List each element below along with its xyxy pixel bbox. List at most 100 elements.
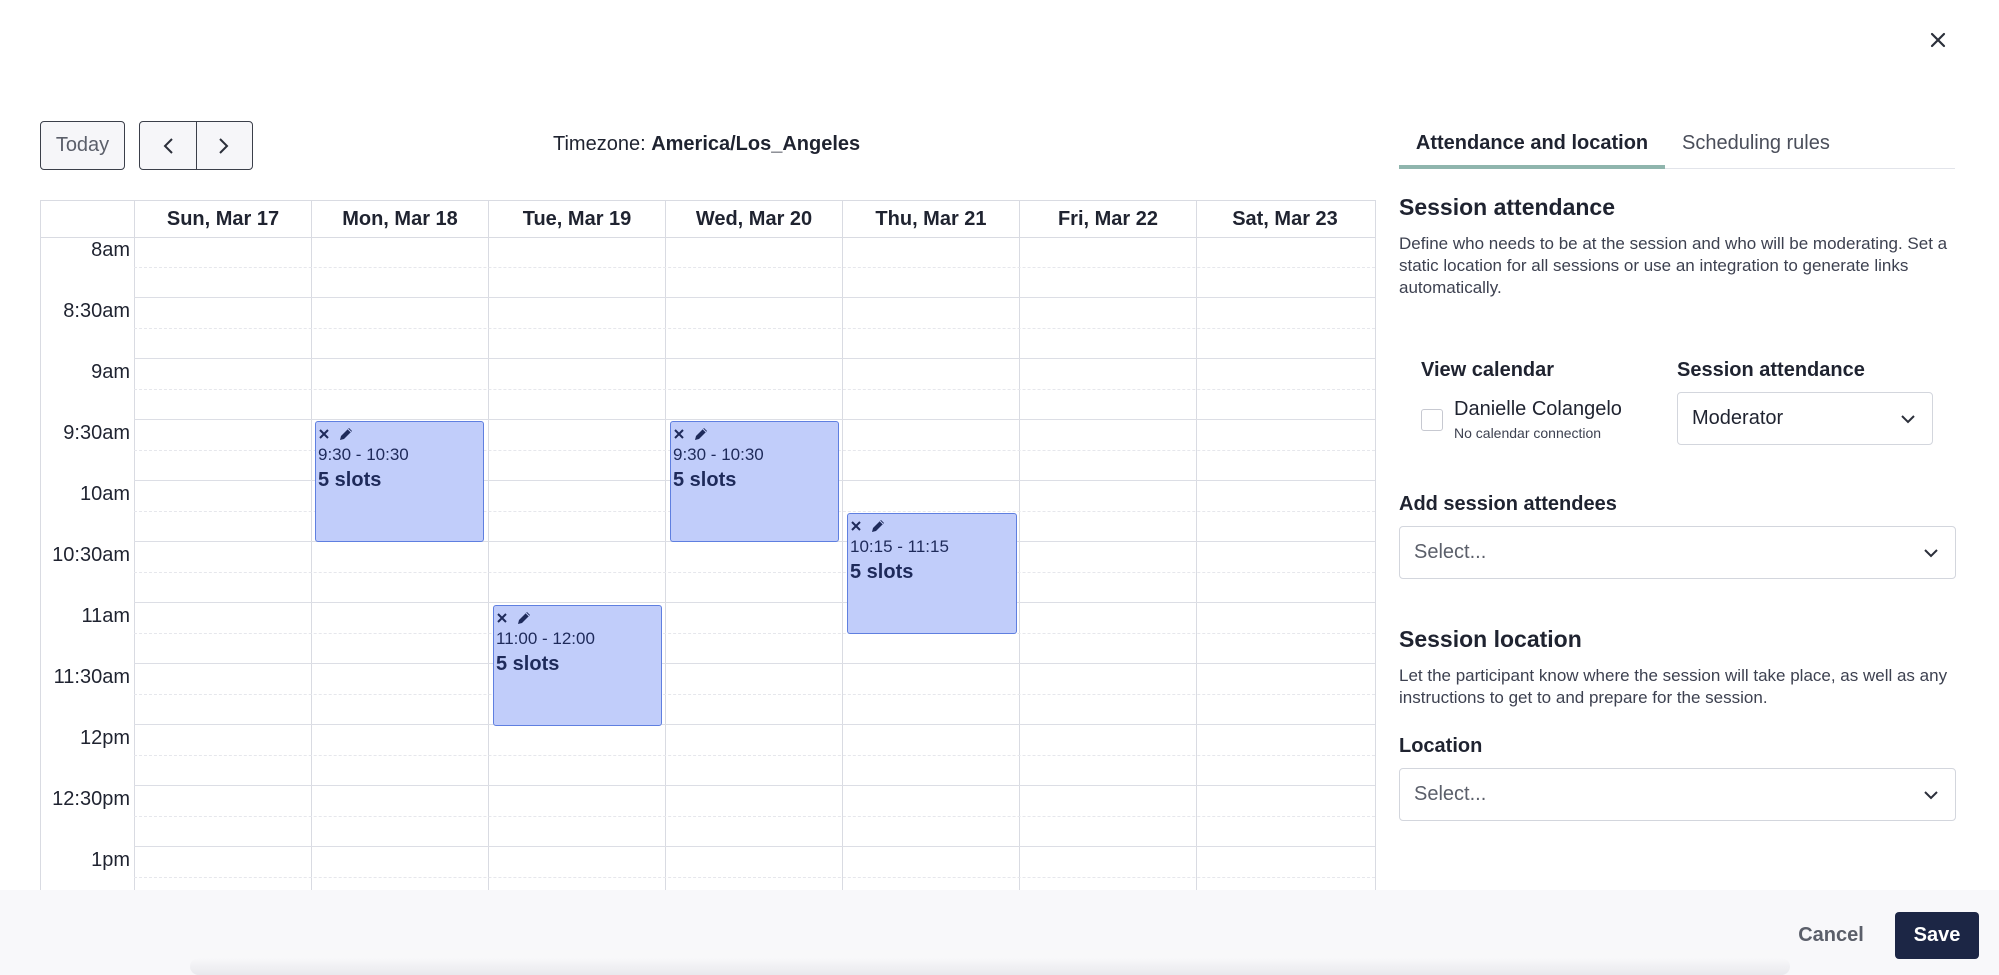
event-slots: 5 slots: [673, 469, 737, 491]
cancel-button[interactable]: Cancel: [1790, 912, 1872, 959]
grid-line: [134, 663, 1375, 664]
event-time: 9:30 - 10:30: [673, 445, 764, 464]
panel-tabs: Attendance and location Scheduling rules: [1399, 124, 1955, 169]
day-header-sat: Sat, Mar 23: [1196, 201, 1373, 238]
view-calendar-label: View calendar: [1421, 359, 1555, 381]
calendar-header: Sun, Mar 17 Mon, Mar 18 Tue, Mar 19 Wed,…: [41, 201, 1375, 238]
pencil-icon[interactable]: [338, 426, 354, 442]
week-calendar: Sun, Mar 17 Mon, Mar 18 Tue, Mar 19 Wed,…: [40, 200, 1376, 890]
availability-block[interactable]: 10:15 - 11:15 5 slots: [847, 513, 1017, 634]
event-actions: [318, 425, 481, 443]
time-label: 9am: [91, 361, 130, 383]
close-icon[interactable]: [673, 428, 685, 440]
pencil-icon[interactable]: [693, 426, 709, 442]
event-actions: [496, 609, 659, 627]
time-label: 11:30am: [53, 666, 130, 688]
event-time: 10:15 - 11:15: [850, 537, 949, 556]
add-attendees-label: Add session attendees: [1399, 493, 1617, 515]
day-header-sun: Sun, Mar 17: [134, 201, 311, 238]
time-label: 9:30am: [63, 422, 130, 444]
week-navigation: [139, 121, 253, 170]
event-actions: [673, 425, 836, 443]
time-label: 10am: [79, 483, 130, 505]
previous-week-button[interactable]: [140, 122, 196, 169]
session-attendance-title: Session attendance: [1399, 194, 1616, 220]
event-slots: 5 slots: [318, 469, 382, 491]
column-divider: [311, 238, 312, 890]
location-label: Location: [1399, 735, 1483, 757]
session-location-description: Let the participant know where the sessi…: [1399, 666, 1948, 707]
chevron-left-icon: [163, 137, 173, 154]
grid-line: [134, 602, 1375, 603]
session-attendance-label: Session attendance: [1677, 359, 1865, 381]
close-icon[interactable]: [850, 520, 862, 532]
day-header-fri: Fri, Mar 22: [1019, 201, 1196, 238]
grid-line: [134, 846, 1375, 847]
next-week-button[interactable]: [195, 122, 253, 169]
event-slots: 5 slots: [850, 561, 914, 583]
grid-line: [134, 358, 1375, 359]
add-attendees-select[interactable]: Select...: [1399, 526, 1956, 579]
chevron-down-icon: [1924, 791, 1938, 800]
availability-block[interactable]: 11:00 - 12:00 5 slots: [493, 605, 662, 726]
time-label: 12:30pm: [52, 788, 130, 810]
grid-line: [134, 297, 1375, 298]
view-calendar-checkbox[interactable]: [1421, 409, 1443, 431]
tab-scheduling-rules[interactable]: Scheduling rules: [1682, 124, 1830, 169]
close-icon[interactable]: [318, 428, 330, 440]
event-slots: 5 slots: [496, 653, 560, 675]
column-divider: [842, 238, 843, 890]
time-label: 12pm: [79, 727, 130, 749]
grid-line: [134, 419, 1375, 420]
day-header-wed: Wed, Mar 20: [665, 201, 842, 238]
chevron-down-icon: [1924, 549, 1938, 558]
session-location-title: Session location: [1399, 626, 1582, 652]
location-placeholder: Select...: [1414, 783, 1487, 805]
grid-line: [134, 724, 1375, 725]
column-divider: [665, 238, 666, 890]
column-divider: [134, 238, 135, 890]
availability-block[interactable]: 9:30 - 10:30 5 slots: [315, 421, 484, 542]
availability-block[interactable]: 9:30 - 10:30 5 slots: [670, 421, 839, 542]
time-label: 8am: [91, 239, 130, 261]
attendance-role-select[interactable]: Moderator: [1677, 392, 1933, 445]
grid-line: [134, 755, 1375, 756]
timezone-indicator: Timezone: America/Los_Angeles: [553, 133, 860, 156]
attendee-name: Danielle Colangelo: [1454, 398, 1622, 420]
calendar-connection-status: No calendar connection: [1454, 425, 1602, 441]
pencil-icon[interactable]: [870, 518, 886, 534]
session-scheduler-dialog: Today Timezone: America/Los_Angeles Sun,…: [0, 0, 1999, 975]
session-attendance-description: Define who needs to be at the session an…: [1399, 234, 1948, 297]
grid-line: [134, 572, 1375, 573]
event-time: 11:00 - 12:00: [496, 629, 595, 648]
time-label: 10:30am: [52, 544, 130, 566]
time-label: 1pm: [91, 849, 130, 871]
today-button[interactable]: Today: [40, 121, 125, 170]
grid-line: [134, 877, 1375, 878]
grid-line: [134, 267, 1375, 268]
timezone-value: America/Los_Angeles: [651, 133, 861, 155]
day-header-tue: Tue, Mar 19: [488, 201, 665, 238]
attendance-role-value: Moderator: [1692, 407, 1784, 429]
location-select[interactable]: Select...: [1399, 768, 1956, 821]
grid-line: [134, 633, 1375, 634]
save-button[interactable]: Save: [1895, 912, 1979, 959]
grid-line: [134, 328, 1375, 329]
add-attendees-placeholder: Select...: [1414, 541, 1487, 563]
time-label: 8:30am: [63, 300, 130, 322]
column-divider: [1019, 238, 1020, 890]
day-header-thu: Thu, Mar 21: [842, 201, 1019, 238]
close-icon[interactable]: [1924, 26, 1952, 54]
tab-attendance-and-location[interactable]: Attendance and location: [1399, 124, 1665, 169]
column-divider: [488, 238, 489, 890]
pencil-icon[interactable]: [516, 610, 532, 626]
column-divider: [1196, 238, 1197, 890]
grid-line: [134, 816, 1375, 817]
time-label: 11am: [81, 605, 130, 627]
timezone-label: Timezone:: [553, 133, 652, 155]
event-time: 9:30 - 10:30: [318, 445, 409, 464]
grid-line: [134, 694, 1375, 695]
grid-line: [134, 389, 1375, 390]
footer-shadow: [190, 958, 1790, 975]
close-icon[interactable]: [496, 612, 508, 624]
